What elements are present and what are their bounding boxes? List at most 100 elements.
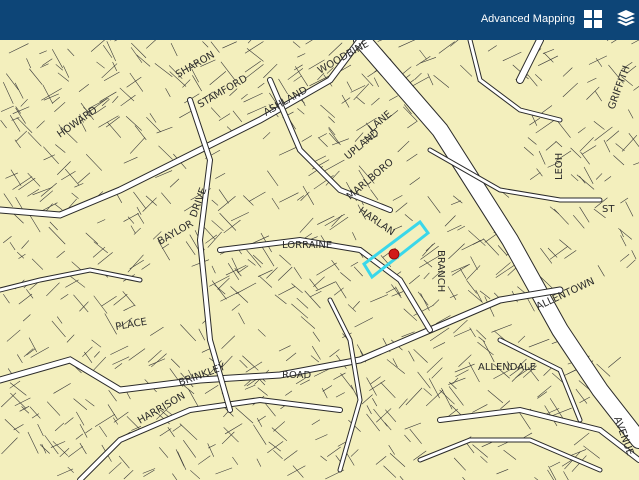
parcel-boundary: [172, 424, 182, 432]
parcel-boundary: [71, 261, 82, 271]
location-marker[interactable]: [388, 248, 400, 260]
parcel-boundary: [93, 295, 108, 314]
parcel-boundary: [66, 334, 75, 343]
parcel-boundary: [315, 281, 336, 292]
parcel-boundary: [10, 169, 22, 186]
parcel-boundary: [39, 50, 47, 55]
parcel-boundary: [198, 328, 206, 341]
parcel-boundary: [416, 56, 431, 66]
parcel-boundary: [350, 85, 366, 93]
parcel-boundary: [352, 232, 357, 241]
parcel-boundary: [273, 421, 286, 432]
parcel-boundary: [480, 456, 488, 463]
parcel-boundary: [93, 241, 108, 254]
parcel-boundary: [356, 96, 365, 105]
parcel-boundary: [447, 286, 457, 300]
street-label: WOODBINE: [316, 40, 371, 77]
parcel-boundary: [597, 265, 605, 277]
parcel-boundary: [246, 249, 262, 268]
parcel-boundary: [441, 387, 453, 410]
grid-icon[interactable]: [583, 9, 603, 29]
parcel-boundary: [340, 373, 354, 390]
parcel-boundary: [146, 116, 162, 133]
parcel-boundary: [147, 349, 162, 363]
parcel-boundary: [43, 93, 59, 101]
street-label: LANE: [367, 109, 394, 134]
parcel-boundary: [112, 96, 119, 104]
parcel-boundary: [114, 40, 118, 42]
parcel-boundary: [94, 413, 116, 427]
parcel-boundary: [133, 191, 147, 209]
parcel-boundary: [318, 133, 327, 139]
parcel-boundary: [633, 162, 639, 166]
parcel-boundary: [76, 411, 85, 426]
parcel-boundary: [613, 155, 625, 166]
parcel-boundary: [1, 437, 18, 455]
parcel-boundary: [427, 196, 441, 214]
road-segment-casing: [327, 297, 363, 473]
parcel-boundary: [133, 227, 141, 235]
parcel-boundary: [459, 267, 467, 279]
parcel-boundary: [248, 191, 266, 202]
parcel-boundary: [55, 144, 66, 153]
parcel-boundary: [85, 399, 95, 407]
parcel-boundary: [372, 398, 378, 407]
parcel-boundary: [20, 99, 28, 107]
parcel-boundary: [106, 41, 116, 62]
parcel-boundary: [85, 428, 93, 434]
parcel-map[interactable]: HOWARD SHARON STAMFORD UPLAND LANE WOODB…: [0, 40, 639, 480]
parcel-boundary: [316, 262, 337, 276]
parcel-boundary: [97, 219, 106, 224]
parcel-boundary: [278, 147, 297, 156]
parcel-boundary: [149, 113, 157, 123]
parcel-boundary: [92, 246, 106, 258]
layers-icon[interactable]: [616, 9, 636, 29]
parcel-boundary: [3, 193, 14, 207]
map-canvas[interactable]: HOWARD SHARON STAMFORD UPLAND LANE WOODB…: [0, 40, 639, 480]
parcel-boundary: [239, 359, 248, 368]
parcel-boundary: [9, 382, 27, 396]
parcel-boundary: [67, 466, 74, 473]
parcel-boundary: [370, 97, 380, 106]
parcel-boundary: [71, 192, 79, 199]
parcel-boundary: [369, 380, 386, 391]
parcel-boundary: [553, 208, 569, 225]
parcel-boundary: [266, 267, 278, 279]
parcel-boundary: [373, 408, 388, 427]
parcel-boundary: [73, 398, 88, 411]
parcel-boundary: [352, 301, 360, 309]
parcel-boundary: [114, 363, 123, 369]
parcel-boundary: [483, 340, 495, 363]
parcel-boundary: [628, 133, 639, 147]
parcel-boundary: [375, 456, 387, 465]
parcel-boundary: [570, 147, 582, 159]
street-label: BAYLOR: [156, 219, 195, 248]
parcel-boundary: [347, 304, 357, 312]
parcel-boundary: [296, 297, 309, 309]
parcel-boundary: [64, 417, 74, 425]
parcel-boundary: [335, 281, 347, 299]
parcel-boundary: [398, 40, 416, 48]
parcel-boundary: [146, 40, 156, 49]
parcel-boundary: [370, 189, 379, 200]
parcel-boundary: [413, 349, 428, 363]
street-label: GRIFFITH: [606, 64, 632, 111]
parcel-boundary: [243, 92, 263, 103]
parcel-boundary: [361, 394, 373, 405]
parcel-boundary: [257, 269, 273, 277]
parcel-boundary: [3, 82, 14, 104]
parcel-boundary: [4, 419, 20, 434]
parcel-boundary: [170, 358, 181, 368]
parcel-boundary: [329, 349, 340, 358]
parcel-boundary: [180, 324, 197, 342]
parcel-boundary: [177, 451, 187, 470]
parcel-boundary: [408, 350, 415, 362]
parcel-boundary: [380, 382, 396, 398]
parcel-boundary: [198, 455, 211, 465]
advanced-mapping-link[interactable]: Advanced Mapping: [481, 12, 575, 26]
parcel-boundary: [448, 243, 465, 260]
street-label: ST: [602, 204, 615, 215]
parcel-boundary: [106, 121, 122, 138]
parcel-boundary: [407, 121, 418, 129]
parcel-boundary: [536, 168, 543, 177]
